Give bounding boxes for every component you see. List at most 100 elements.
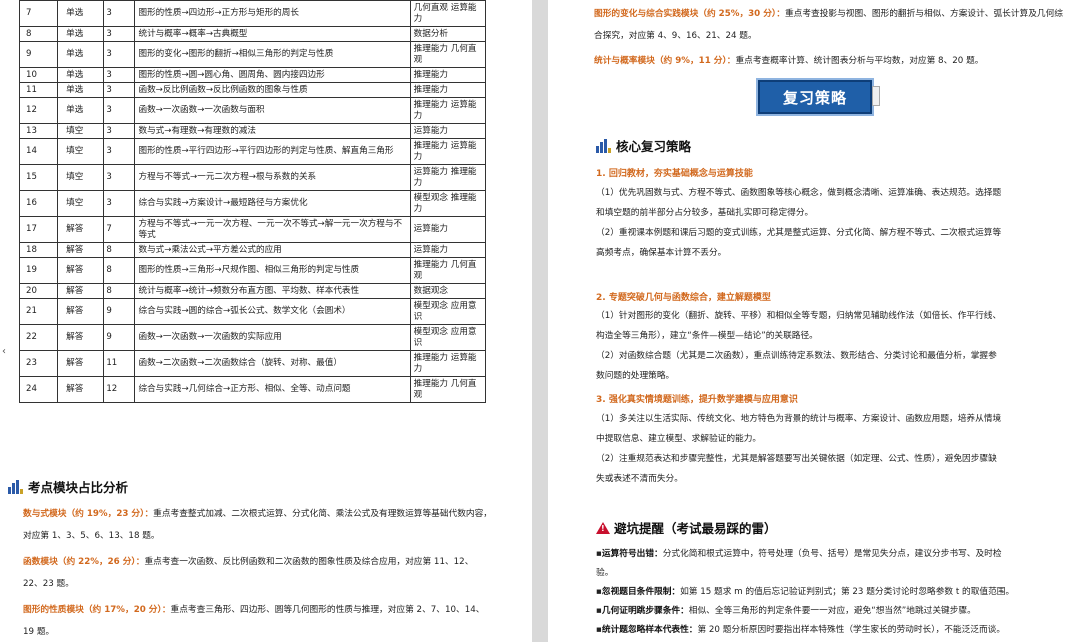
table-row: 12 单选 3 函数→一次函数→一次函数与面积 推理能力 运算能力 <box>18 97 487 124</box>
table-cell-type: 填空 <box>57 190 105 217</box>
table-cell-score: 8 <box>103 283 136 299</box>
strategy-item-1-line: 和填空题的前半部分占分较多，基础扎实即可稳定得分。 <box>596 208 814 218</box>
table-cell-type: 解答 <box>57 324 105 351</box>
table-cell-type: 填空 <box>57 123 105 139</box>
right-page: 图形的变化与综合实践模块（约 25%，30 分）：重点考查投影与视图、图形的翻折… <box>548 0 1080 642</box>
chevron-left-icon[interactable]: ‹ <box>2 346 6 357</box>
table-cell-content: 统计与概率→概率→古典概型 <box>134 26 411 42</box>
table-row: 21 解答 9 综合与实践→圆的综合→弧长公式、数学文化（会圆术） 模型观念 应用意识 <box>18 298 487 325</box>
table-cell-ability: 推理能力 <box>409 82 487 98</box>
table-cell-ability: 推理能力 运算能力 <box>409 138 487 165</box>
table-cell-score: 11 <box>103 350 136 377</box>
strategy-item-2-heading: 2. 专题突破几何与函数综合，建立解题模型 <box>596 293 771 303</box>
table-cell-type: 单选 <box>57 67 105 83</box>
pitfall-item: ▪几何证明跳步骤条件：相似、全等三角形的判定条件要一一对应，避免“想当然”地跳过… <box>596 606 976 616</box>
table-cell-content: 方程与不等式→一元二次方程→根与系数的关系 <box>134 164 411 191</box>
module-functions: 函数模块（约 22%，26 分）：重点考查一次函数、反比例函数和二次函数的图象性… <box>23 557 474 589</box>
table-cell-ability: 运算能力 <box>409 123 487 139</box>
table-row: 8 单选 3 统计与概率→概率→古典概型 数据分析 <box>18 26 487 42</box>
table-row: 18 解答 8 数与式→乘法公式→平方差公式的应用 运算能力 <box>18 242 487 258</box>
table-cell-type: 解答 <box>57 376 105 403</box>
table-cell-ability: 模型观念 推理能力 <box>409 190 487 217</box>
table-cell-ability: 模型观念 应用意识 <box>409 324 487 351</box>
table-row: 23 解答 11 函数→二次函数→二次函数综合（旋转、对称、最值） 推理能力 运算能力 <box>18 350 487 377</box>
table-cell-no: 22 <box>18 324 59 351</box>
table-cell-ability: 数据观念 <box>409 283 487 299</box>
table-row: 9 单选 3 图形的变化→图形的翻折→相似三角形的判定与性质 推理能力 几何直观 <box>18 41 487 68</box>
table-cell-type: 单选 <box>57 26 105 42</box>
table-cell-no: 12 <box>18 97 59 124</box>
table-cell-no: 11 <box>18 82 59 98</box>
table-cell-score: 12 <box>103 376 136 403</box>
table-cell-ability: 推理能力 <box>409 67 487 83</box>
table-cell-content: 函数→反比例函数→反比例函数的图象与性质 <box>134 82 411 98</box>
review-strategy-banner: 复习策略 <box>758 80 872 114</box>
table-cell-type: 解答 <box>57 257 105 284</box>
table-cell-score: 3 <box>103 82 136 98</box>
table-cell-ability: 推理能力 几何直观 <box>409 257 487 284</box>
strategy-item-3-line: （1）多关注以生活实际、传统文化、地方特色为背景的统计与概率、方案设计、函数应用… <box>596 414 1002 424</box>
table-cell-score: 7 <box>103 216 136 243</box>
table-cell-score: 3 <box>103 123 136 139</box>
table-cell-content: 函数→一次函数→一次函数的实际应用 <box>134 324 411 351</box>
table-cell-score: 3 <box>103 190 136 217</box>
pitfalls-title: 避坑提醒（考试最易踩的雷） <box>614 521 777 536</box>
warning-icon: ! <box>596 521 610 534</box>
pitfall-item: ▪统计题忽略样本代表性：第 20 题分析原因时要指出样本特殊性（学生家长的劳动时… <box>596 625 1006 635</box>
table-cell-type: 解答 <box>57 242 105 258</box>
table-cell-type: 单选 <box>57 82 105 98</box>
table-row: 13 填空 3 数与式→有理数→有理数的减法 运算能力 <box>18 123 487 139</box>
table-cell-score: 3 <box>103 0 136 27</box>
left-page: 7 单选 3 图形的性质→四边形→正方形与矩形的周长 几何直观 运算能力 8 单选 3 统计与概… <box>0 0 532 642</box>
table-row: 24 解答 12 综合与实践→几何综合→正方形、相似、全等、动点问题 推理能力 几何直观 <box>18 376 487 403</box>
table-cell-content: 综合与实践→方案设计→最短路径与方案优化 <box>134 190 411 217</box>
table-cell-no: 19 <box>18 257 59 284</box>
table-cell-no: 17 <box>18 216 59 243</box>
table-cell-content: 数与式→乘法公式→平方差公式的应用 <box>134 242 411 258</box>
table-cell-no: 21 <box>18 298 59 325</box>
table-row: 10 单选 3 图形的性质→圆→圆心角、圆周角、圆内接四边形 推理能力 <box>18 67 487 83</box>
page-gutter <box>532 0 548 642</box>
table-row: 17 解答 7 方程与不等式→一元一次方程、一元一次不等式→解一元一次方程与不等式 运算… <box>18 216 487 243</box>
table-row: 16 填空 3 综合与实践→方案设计→最短路径与方案优化 模型观念 推理能力 <box>18 190 487 217</box>
table-cell-content: 函数→一次函数→一次函数与面积 <box>134 97 411 124</box>
table-cell-ability: 推理能力 几何直观 <box>409 376 487 403</box>
table-cell-content: 图形的性质→圆→圆心角、圆周角、圆内接四边形 <box>134 67 411 83</box>
table-cell-content: 图形的性质→三角形→尺规作图、相似三角形的判定与性质 <box>134 257 411 284</box>
table-cell-content: 图形的性质→四边形→正方形与矩形的周长 <box>134 0 411 27</box>
strategy-item-1-heading: 1. 回归教材，夯实基础概念与运算技能 <box>596 169 753 179</box>
table-cell-content: 数与式→有理数→有理数的减法 <box>134 123 411 139</box>
table-cell-score: 9 <box>103 324 136 351</box>
table-cell-no: 10 <box>18 67 59 83</box>
table-cell-no: 15 <box>18 164 59 191</box>
table-cell-ability: 推理能力 运算能力 <box>409 97 487 124</box>
table-cell-type: 解答 <box>57 216 105 243</box>
table-cell-ability: 数据分析 <box>409 26 487 42</box>
bar-chart-icon <box>596 138 612 153</box>
table-row: 7 单选 3 图形的性质→四边形→正方形与矩形的周长 几何直观 运算能力 <box>18 0 487 27</box>
bar-chart-icon <box>8 479 24 494</box>
table-cell-content: 方程与不等式→一元一次方程、一元一次不等式→解一元一次方程与不等式 <box>134 216 411 243</box>
table-cell-score: 8 <box>103 242 136 258</box>
strategy-title: 核心复习策略 <box>616 139 692 154</box>
strategy-item-2-line: 数问题的处理策略。 <box>596 371 675 381</box>
table-row: 14 填空 3 图形的性质→平行四边形→平行四边形的判定与性质、解直角三角形 推理能力 … <box>18 138 487 165</box>
table-cell-no: 18 <box>18 242 59 258</box>
table-cell-content: 综合与实践→圆的综合→弧长公式、数学文化（会圆术） <box>134 298 411 325</box>
table-cell-ability: 运算能力 <box>409 242 487 258</box>
table-row: 19 解答 8 图形的性质→三角形→尺规作图、相似三角形的判定与性质 推理能力 几何直观 <box>18 257 487 284</box>
table-cell-ability: 推理能力 运算能力 <box>409 350 487 377</box>
module-statistics: 统计与概率模块（约 9%，11 分）：重点考查概率计算、统计图表分析与平均数，对… <box>594 56 984 66</box>
strategy-item-1-line: 高频考点，确保基本计算不丢分。 <box>596 248 727 258</box>
table-cell-type: 解答 <box>57 283 105 299</box>
table-cell-no: 9 <box>18 41 59 68</box>
strategy-item-3-line: （2）注重规范表达和步骤完整性，尤其是解答题要写出关键依据（如定理、公式、性质）… <box>596 454 997 464</box>
table-cell-ability: 几何直观 运算能力 <box>409 0 487 27</box>
table-cell-score: 3 <box>103 138 136 165</box>
table-cell-content: 统计与概率→统计→频数分布直方图、平均数、样本代表性 <box>134 283 411 299</box>
strategy-item-3-line: 失或表述不清而失分。 <box>596 474 683 484</box>
banner-tab <box>872 86 880 106</box>
table-cell-no: 8 <box>18 26 59 42</box>
strategy-item-2-line: （1）针对图形的变化（翻折、旋转、平移）和相似全等专题，归纳常见辅助线作法（如倍… <box>596 311 1002 321</box>
table-cell-type: 单选 <box>57 97 105 124</box>
